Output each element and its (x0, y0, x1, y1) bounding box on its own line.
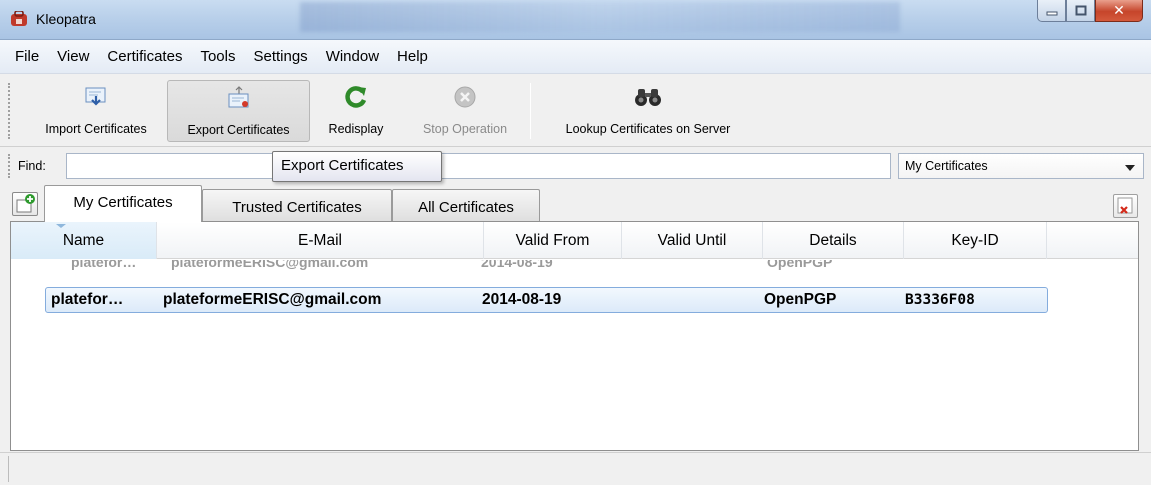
find-bar: Find: My Certificates (0, 148, 1151, 184)
stop-operation-label: Stop Operation (422, 122, 508, 136)
ghost-name: platefor… (71, 260, 137, 270)
findbar-grip[interactable] (8, 154, 11, 178)
lookup-certificates-button[interactable]: Lookup Certificates on Server (540, 80, 756, 142)
close-tab-icon (1117, 197, 1133, 214)
certificate-table: Name E-Mail Valid From Valid Until Detai… (10, 221, 1139, 451)
import-certificates-button[interactable]: Import Certificates (28, 80, 164, 142)
toolbar: Import Certificates Export Certificates … (0, 75, 1151, 147)
menu-help[interactable]: Help (388, 48, 437, 65)
minimize-icon (1046, 11, 1057, 15)
toolbar-separator (530, 83, 531, 139)
menu-view[interactable]: View (48, 48, 98, 65)
column-label-email: E-Mail (298, 232, 342, 249)
stop-operation-button[interactable]: Stop Operation (406, 80, 524, 142)
ghost-email: plateformeERISC@gmail.com (171, 260, 369, 270)
column-label-valid-until: Valid Until (657, 232, 727, 249)
chevron-down-icon (1125, 165, 1135, 171)
column-label-valid-from: Valid From (515, 232, 590, 249)
toolbar-grip[interactable] (8, 83, 11, 139)
close-icon: ✕ (1113, 2, 1125, 19)
import-certificates-label: Import Certificates (45, 122, 147, 136)
find-label: Find: (18, 159, 46, 173)
tab-bar: My Certificates Trusted Certificates All… (0, 184, 1151, 222)
minimize-button[interactable] (1037, 0, 1066, 22)
column-header-name[interactable]: Name (11, 222, 157, 259)
certificate-filter-select[interactable]: My Certificates (898, 153, 1144, 179)
close-button[interactable]: ✕ (1095, 0, 1143, 22)
column-header-valid-until[interactable]: Valid Until (622, 222, 763, 259)
export-certificates-button[interactable]: Export Certificates (167, 80, 310, 142)
ghost-details: OpenPGP (767, 260, 833, 270)
export-certificates-label: Export Certificates (187, 123, 290, 137)
window-title: Kleopatra (36, 11, 96, 27)
menu-tools[interactable]: Tools (191, 48, 244, 65)
close-tab-button[interactable] (1113, 194, 1138, 218)
menu-window[interactable]: Window (317, 48, 388, 65)
table-header: Name E-Mail Valid From Valid Until Detai… (11, 222, 1138, 259)
ghost-valid-from: 2014-08-19 (481, 260, 553, 270)
export-tooltip: Export Certificates (272, 151, 442, 182)
cell-key-id: B3336F08 (905, 292, 975, 308)
menu-certificates[interactable]: Certificates (98, 48, 191, 65)
cell-details: OpenPGP (764, 291, 837, 308)
export-certificate-icon (228, 86, 248, 108)
drag-ghost-row: platefor… plateformeERISC@gmail.com 2014… (11, 260, 1138, 270)
tab-trusted-certificates[interactable]: Trusted Certificates (202, 189, 392, 222)
new-tab-button[interactable] (12, 192, 38, 216)
column-header-valid-from[interactable]: Valid From (484, 222, 622, 259)
kleopatra-app-icon (11, 11, 27, 26)
import-certificate-icon (85, 87, 106, 106)
column-header-details[interactable]: Details (763, 222, 904, 259)
column-label-details: Details (809, 232, 857, 249)
maximize-button[interactable] (1066, 0, 1095, 22)
redisplay-button[interactable]: Redisplay (312, 80, 400, 142)
lookup-certificates-label: Lookup Certificates on Server (565, 122, 731, 136)
maximize-icon (1075, 5, 1086, 16)
menu-settings[interactable]: Settings (244, 48, 316, 65)
status-message (8, 456, 1143, 482)
tab-my-certificates[interactable]: My Certificates (44, 185, 202, 222)
table-row[interactable]: platefor… plateformeERISC@gmail.com 2014… (45, 287, 1048, 313)
sort-descending-icon (56, 224, 66, 228)
cell-valid-from: 2014-08-19 (482, 291, 562, 308)
new-tab-icon (16, 194, 35, 213)
menu-bar: File View Certificates Tools Settings Wi… (0, 40, 1151, 74)
cell-name: platefor… (51, 291, 124, 308)
column-header-email[interactable]: E-Mail (157, 222, 484, 259)
column-label-name: Name (62, 232, 105, 249)
find-input[interactable] (66, 153, 891, 179)
status-bar (0, 452, 1151, 485)
binoculars-icon (635, 89, 661, 106)
certificate-filter-value: My Certificates (905, 159, 988, 173)
menu-file[interactable]: File (6, 48, 48, 65)
refresh-icon (345, 86, 367, 108)
stop-icon (454, 86, 476, 108)
title-bar: Kleopatra ✕ (0, 0, 1151, 40)
cell-email: plateformeERISC@gmail.com (163, 291, 382, 308)
column-label-key-id: Key-ID (951, 232, 999, 249)
background-blur (300, 2, 900, 32)
tab-all-certificates[interactable]: All Certificates (392, 189, 540, 222)
redisplay-label: Redisplay (328, 122, 384, 136)
column-header-key-id[interactable]: Key-ID (904, 222, 1047, 259)
